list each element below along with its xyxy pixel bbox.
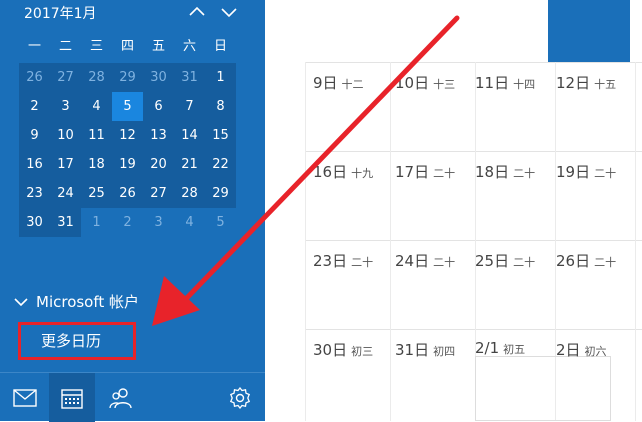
red-arrow-annotation [152,15,460,326]
